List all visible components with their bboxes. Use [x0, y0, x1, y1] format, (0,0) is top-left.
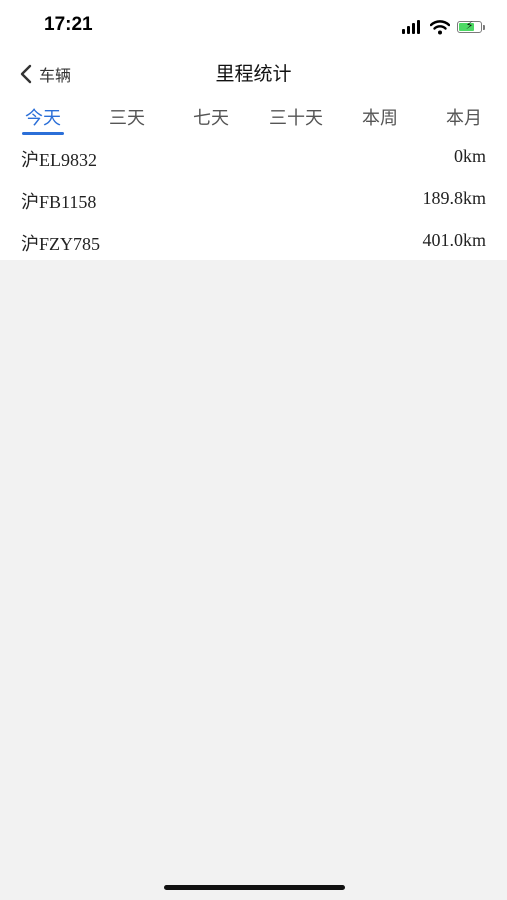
signal-icon	[402, 20, 422, 34]
home-indicator	[164, 885, 345, 890]
tab-today[interactable]: 今天	[25, 104, 61, 130]
status-icons: ⚡	[402, 17, 485, 37]
list-item[interactable]: 沪FB1158 189.8km	[0, 182, 507, 222]
tab-this-month[interactable]: 本月	[446, 104, 482, 130]
active-tab-indicator	[22, 132, 64, 135]
vehicle-plate: 沪FZY785	[21, 234, 101, 254]
status-time: 17:21	[44, 14, 93, 35]
wifi-icon	[430, 19, 450, 34]
tab-three-days[interactable]: 三天	[109, 104, 145, 130]
battery-charging-icon: ⚡	[457, 19, 485, 33]
list-item[interactable]: 沪FZY785 401.0km	[0, 224, 507, 264]
period-tabs: 今天 三天 七天 三十天 本周 本月	[0, 104, 507, 134]
list-item[interactable]: 沪EL9832 0km	[0, 140, 507, 180]
vehicle-mileage: 189.8km	[422, 188, 486, 208]
tab-thirty-days[interactable]: 三十天	[269, 104, 323, 130]
vehicle-mileage: 0km	[453, 146, 486, 166]
page-title: 里程统计	[215, 63, 292, 85]
vehicle-plate: 沪EL9832	[21, 150, 97, 170]
vehicle-mileage: 401.0km	[422, 230, 486, 250]
tab-seven-days[interactable]: 七天	[193, 104, 229, 130]
tab-this-week[interactable]: 本周	[362, 104, 398, 130]
vehicle-plate: 沪FB1158	[21, 192, 97, 212]
content-panel: 17:21 ⚡ 车辆 里程统计 今天 三天 七天 三十天 本周 本月 沪EL98…	[0, 0, 507, 260]
